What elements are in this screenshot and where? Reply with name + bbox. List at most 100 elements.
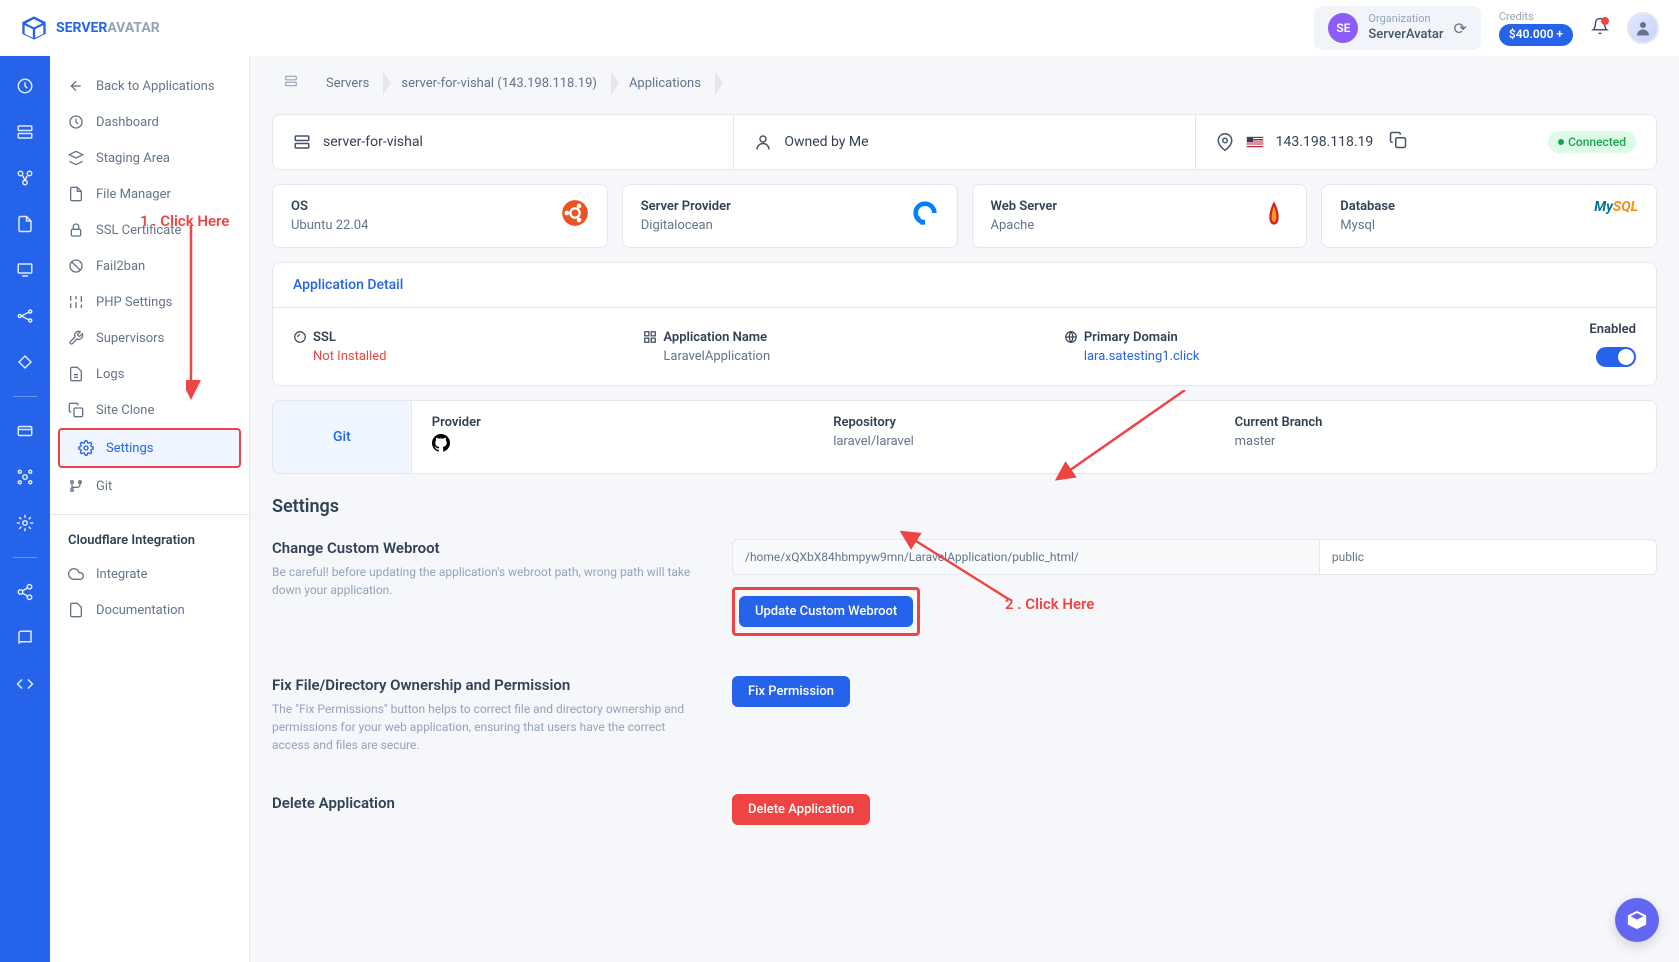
detail-ssl-value: Not Installed (293, 349, 643, 364)
crumb-servers[interactable]: Servers (310, 70, 385, 97)
rail-network-icon[interactable] (7, 298, 43, 334)
owner-value: Owned by Me (784, 134, 868, 150)
file-icon (68, 186, 84, 202)
stat-value: Digitalocean (641, 218, 731, 233)
sidebar-item-php[interactable]: PHP Settings (50, 284, 249, 320)
sidebar-item-git[interactable]: Git (50, 468, 249, 504)
rail-dashboard-icon[interactable] (7, 68, 43, 104)
org-badge[interactable]: SE Organization ServerAvatar ⟳ (1314, 6, 1480, 49)
rail-server-icon[interactable] (7, 114, 43, 150)
stat-value: Apache (991, 218, 1058, 233)
credits-pill[interactable]: $40.000 + (1499, 24, 1573, 46)
wrench-icon (68, 330, 84, 346)
rail-book-icon[interactable] (7, 620, 43, 656)
sidebar-item-ssl[interactable]: SSL Certificate (50, 212, 249, 248)
sidebar-label: Settings (106, 441, 153, 456)
sidebar-label: SSL Certificate (96, 223, 181, 238)
header-right: SE Organization ServerAvatar ⟳ Credits $… (1314, 6, 1659, 49)
detail-domain-value[interactable]: lara.satesting1.click (1064, 349, 1590, 364)
sidebar-item-dashboard[interactable]: Dashboard (50, 104, 249, 140)
org-avatar: SE (1328, 13, 1358, 43)
webroot-path-input (732, 539, 1320, 575)
sidebar-item-staging[interactable]: Staging Area (50, 140, 249, 176)
crumb-applications[interactable]: Applications (613, 70, 717, 97)
update-webroot-button[interactable]: Update Custom Webroot (739, 596, 913, 627)
ban-icon (68, 258, 84, 274)
settings-title: Settings (272, 496, 1657, 517)
top-owner: Owned by Me (734, 114, 1195, 170)
git-content: Provider Repository laravel/laravel Curr… (412, 400, 1657, 474)
logo[interactable]: SERVERAVATAR (20, 14, 160, 42)
enabled-toggle[interactable] (1596, 347, 1636, 367)
user-icon (754, 133, 772, 151)
sidebar-item-settings[interactable]: Settings (58, 428, 241, 468)
globe-icon (1064, 330, 1078, 344)
rail-file-icon[interactable] (7, 206, 43, 242)
top-server-name: server-for-vishal (272, 114, 734, 170)
sidebar-cloudflare-heading: Cloudflare Integration (50, 514, 249, 556)
copy-ip-icon[interactable] (1389, 131, 1407, 153)
crumb-server-detail[interactable]: server-for-vishal (143.198.118.19) (385, 70, 613, 97)
detail-enabled: Enabled (1589, 322, 1636, 371)
webroot-custom-input[interactable] (1320, 539, 1657, 575)
server-icon (293, 133, 311, 151)
webroot-btn-highlight: Update Custom Webroot (732, 587, 920, 636)
fix-permission-button[interactable]: Fix Permission (732, 676, 850, 707)
git-tab[interactable]: Git (272, 400, 412, 474)
sidebar: Back to Applications Dashboard Staging A… (50, 0, 250, 962)
cube-icon (1626, 909, 1648, 931)
sidebar-item-documentation[interactable]: Documentation (50, 592, 249, 628)
ssl-icon (293, 330, 307, 344)
sidebar-item-filemanager[interactable]: File Manager (50, 176, 249, 212)
sidebar-item-siteclone[interactable]: Site Clone (50, 392, 249, 428)
gitbranch-icon (68, 478, 84, 494)
digitalocean-icon (911, 199, 939, 227)
stat-provider: Server Provider Digitalocean (622, 184, 958, 248)
sidebar-back[interactable]: Back to Applications (50, 68, 249, 104)
rail-divider-2 (13, 557, 37, 558)
location-icon (1216, 133, 1234, 151)
rail-code-icon[interactable] (7, 666, 43, 702)
sidebar-item-supervisors[interactable]: Supervisors (50, 320, 249, 356)
delete-title: Delete Application (272, 794, 692, 812)
sidebar-back-label: Back to Applications (96, 79, 215, 94)
layers-icon (68, 150, 84, 166)
refresh-icon[interactable]: ⟳ (1453, 19, 1466, 38)
sidebar-label: Logs (96, 367, 124, 382)
sidebar-item-fail2ban[interactable]: Fail2ban (50, 248, 249, 284)
delete-app-button[interactable]: Delete Application (732, 794, 870, 825)
rail-card-icon[interactable] (7, 413, 43, 449)
user-avatar[interactable] (1627, 12, 1659, 44)
sidebar-item-integrate[interactable]: Integrate (50, 556, 249, 592)
breadcrumb-home-icon[interactable] (272, 68, 310, 98)
arrow-left-icon (68, 78, 84, 94)
connected-badge: Connected (1548, 131, 1636, 153)
rail-monitor-icon[interactable] (7, 252, 43, 288)
stat-value: Mysql (1340, 218, 1395, 233)
stat-webserver: Web Server Apache (972, 184, 1308, 248)
stat-label: OS (291, 199, 368, 214)
stat-label: Database (1340, 199, 1395, 214)
rail-share-icon[interactable] (7, 574, 43, 610)
rail-settings-icon[interactable] (7, 505, 43, 541)
stat-grid: OS Ubuntu 22.04 Server Provider Digitalo… (272, 184, 1657, 248)
apache-icon (1260, 199, 1288, 227)
git-repo: Repository laravel/laravel (833, 415, 1234, 459)
doc-icon (68, 602, 84, 618)
rail-tools-icon[interactable] (7, 459, 43, 495)
rail-cluster-icon[interactable] (7, 160, 43, 196)
stat-label: Server Provider (641, 199, 731, 214)
rail-tag-icon[interactable] (7, 344, 43, 380)
org-label: Organization (1368, 12, 1443, 26)
sidebar-item-logs[interactable]: Logs (50, 356, 249, 392)
icon-rail (0, 0, 50, 962)
sidebar-label: Git (96, 479, 112, 494)
org-info: Organization ServerAvatar (1368, 12, 1443, 43)
credits-label: Credits (1499, 10, 1573, 24)
cloud-icon (68, 566, 84, 582)
help-float-icon[interactable] (1615, 898, 1659, 942)
top-ip: 143.198.118.19 Connected (1196, 114, 1657, 170)
lock-icon (68, 222, 84, 238)
notifications-icon[interactable] (1591, 17, 1609, 40)
sidebar-label: Dashboard (96, 115, 159, 130)
